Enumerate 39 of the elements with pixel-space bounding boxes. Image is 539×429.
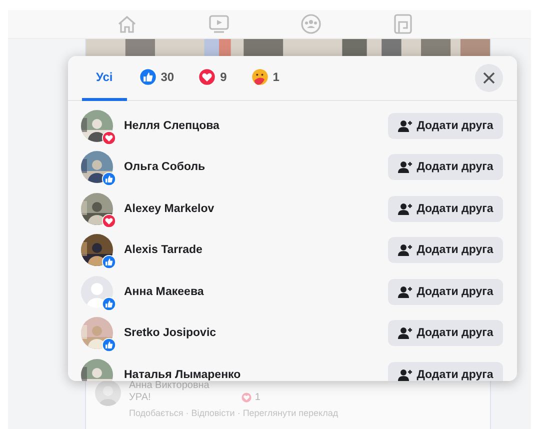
add-friend-button[interactable]: Додати друга: [388, 112, 503, 139]
person-name[interactable]: Нелля Слепцова: [124, 120, 388, 132]
add-friend-icon: [398, 161, 412, 174]
reaction-count: 1: [254, 392, 260, 403]
person-name[interactable]: Ольга Соболь: [124, 161, 388, 174]
add-friend-button[interactable]: Додати друга: [388, 362, 503, 381]
thumbs-up-icon: [102, 296, 116, 311]
add-friend-icon: [398, 202, 412, 215]
add-friend-button[interactable]: Додати друга: [388, 154, 503, 180]
add-friend-button[interactable]: Додати друга: [388, 237, 503, 264]
thumbs-up-icon: [102, 255, 116, 270]
close-icon: [482, 71, 496, 85]
hugging-face-icon: [250, 68, 269, 86]
add-friend-icon: [398, 327, 412, 340]
add-friend-button[interactable]: Додати друга: [388, 320, 503, 346]
thumbs-up-icon: [102, 338, 116, 352]
add-friend-button[interactable]: Додати друга: [388, 196, 503, 222]
reactions-tab[interactable]: Усі: [82, 56, 127, 101]
person-name[interactable]: Анна Макеева: [124, 286, 388, 298]
heart-icon: [240, 392, 252, 403]
thumbs-up-icon: [138, 68, 157, 86]
close-button[interactable]: [475, 64, 503, 92]
video-icon[interactable]: [206, 13, 230, 35]
person-name[interactable]: Alexey Markelov: [124, 202, 388, 215]
add-friend-icon: [398, 368, 412, 381]
reactions-tab[interactable]: 1: [238, 56, 292, 101]
person-name[interactable]: Наталья Лымаренко: [124, 368, 388, 381]
person-name[interactable]: Sretko Josipovic: [124, 327, 388, 340]
reactions-tab[interactable]: 9: [186, 56, 239, 101]
add-friend-icon: [398, 120, 412, 132]
thumbs-up-icon: [102, 172, 116, 186]
groups-icon[interactable]: [298, 13, 322, 35]
person-name[interactable]: Alexis Tarrade: [124, 244, 388, 256]
add-friend-icon: [398, 286, 412, 298]
add-friend-icon: [398, 244, 412, 256]
avatar-silhouette-icon: [81, 276, 113, 308]
add-friend-button[interactable]: Додати друга: [388, 278, 503, 305]
comment-text: УРА!: [129, 392, 151, 403]
reactions-tab[interactable]: 30: [126, 56, 186, 101]
